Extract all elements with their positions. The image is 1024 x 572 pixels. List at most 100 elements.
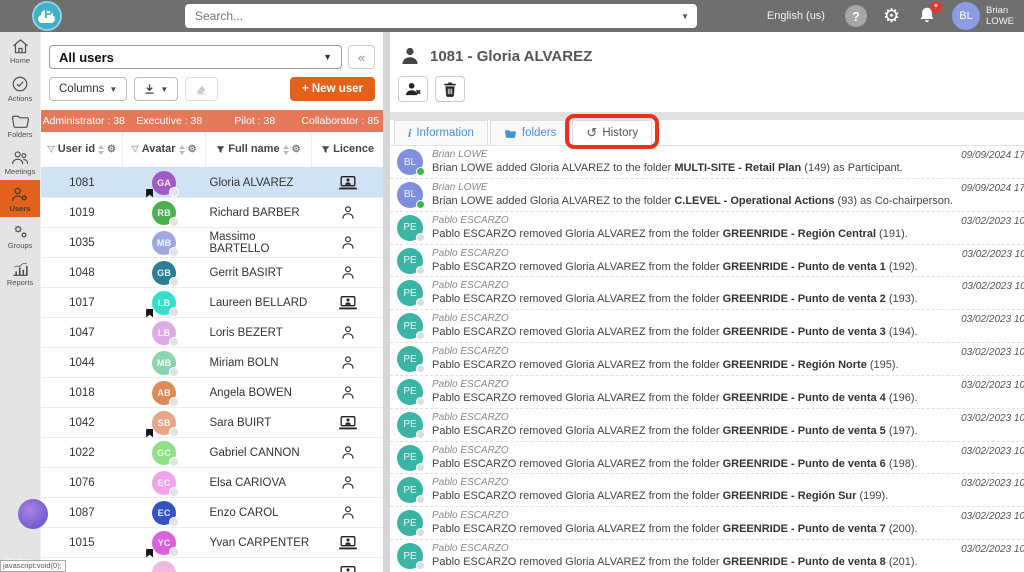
- table-row[interactable]: 1022 GC Gabriel CANNON: [41, 438, 383, 468]
- sort-icon[interactable]: [283, 145, 289, 155]
- history-actor: Brian LOWE: [432, 149, 953, 160]
- history-entry[interactable]: PE Pablo ESCARZO Pablo ESCARZO removed G…: [390, 474, 1024, 507]
- table-row[interactable]: 1076 EC Elsa CARIOVA: [41, 468, 383, 498]
- history-actor: Pablo ESCARZO: [432, 412, 953, 423]
- stat-collaborator: Collaborator : 85: [298, 115, 384, 127]
- users-panel: All users ▼ « Columns ▼ ▼: [40, 32, 383, 572]
- avatar: PE: [397, 280, 423, 306]
- history-entry[interactable]: BL Brian LOWE Brian LOWE added Gloria AL…: [390, 179, 1024, 212]
- virtual-licence-icon: [338, 175, 358, 191]
- sidebar-item-actions[interactable]: Actions: [0, 69, 40, 106]
- floating-widget-icon[interactable]: [18, 499, 48, 529]
- table-row[interactable]: 1048 GB Gerrit BASIRT: [41, 258, 383, 288]
- users-table-header: User id ⚙ Avatar ⚙ Full name ⚙ Licence: [41, 132, 383, 168]
- licence-cell: [312, 325, 383, 340]
- history-entry[interactable]: PE Pablo ESCARZO Pablo ESCARZO removed G…: [390, 212, 1024, 245]
- filter-icon[interactable]: [216, 145, 225, 155]
- history-entry[interactable]: PE Pablo ESCARZO Pablo ESCARZO removed G…: [390, 442, 1024, 475]
- history-actor: Pablo ESCARZO: [432, 543, 953, 554]
- people-icon: [10, 149, 30, 166]
- status-dot: [169, 457, 179, 467]
- language-selector[interactable]: English (us): [767, 10, 825, 22]
- sort-icon[interactable]: [98, 145, 104, 155]
- avatar-cell: MB: [123, 231, 206, 255]
- collapse-panel-button[interactable]: «: [348, 45, 375, 69]
- table-row[interactable]: 1019 RB Richard BARBER: [41, 198, 383, 228]
- history-entry[interactable]: PE Pablo ESCARZO Pablo ESCARZO removed G…: [390, 409, 1024, 442]
- history-actor: Pablo ESCARZO: [432, 248, 954, 259]
- delete-user-button[interactable]: [435, 76, 465, 102]
- history-entry[interactable]: PE Pablo ESCARZO Pablo ESCARZO removed G…: [390, 277, 1024, 310]
- history-timestamp: 03/02/2023 10:57:11: [954, 245, 1024, 277]
- avatar-cell: [123, 561, 206, 572]
- help-icon[interactable]: ?: [845, 5, 867, 27]
- sidebar-item-users[interactable]: Users: [0, 180, 40, 217]
- search-input[interactable]: [185, 4, 697, 28]
- tab-history[interactable]: ↺ History: [572, 120, 652, 145]
- table-row[interactable]: 1047 LB Loris BEZERT: [41, 318, 383, 348]
- history-description: Pablo ESCARZO removed Gloria ALVAREZ fro…: [432, 228, 953, 240]
- chevron-down-icon[interactable]: ▼: [681, 12, 689, 21]
- bell-icon[interactable]: *: [916, 5, 938, 27]
- sidebar-item-groups[interactable]: Groups: [0, 217, 40, 254]
- sidebar-item-meetings[interactable]: Meetings: [0, 143, 40, 180]
- table-row[interactable]: [41, 558, 383, 572]
- history-entry[interactable]: PE Pablo ESCARZO Pablo ESCARZO removed G…: [390, 540, 1024, 572]
- tab-information[interactable]: i Information: [394, 120, 488, 145]
- avatar-cell: AB: [123, 381, 206, 405]
- sort-icon[interactable]: [179, 145, 185, 155]
- filter-icon[interactable]: [321, 145, 330, 155]
- app-logo[interactable]: P: [32, 1, 62, 31]
- history-entry[interactable]: PE Pablo ESCARZO Pablo ESCARZO removed G…: [390, 376, 1024, 409]
- avatar: LB: [152, 291, 176, 315]
- user-filter-select[interactable]: All users ▼: [49, 45, 342, 69]
- column-gear-icon[interactable]: ⚙: [188, 144, 197, 155]
- history-entry[interactable]: PE Pablo ESCARZO Pablo ESCARZO removed G…: [390, 245, 1024, 278]
- new-user-button[interactable]: + New user: [290, 77, 375, 101]
- table-row[interactable]: 1042 SB Sara BUIRT: [41, 408, 383, 438]
- history-entry[interactable]: PE Pablo ESCARZO Pablo ESCARZO removed G…: [390, 343, 1024, 376]
- column-header-licence[interactable]: Licence: [312, 132, 383, 167]
- full-name-cell: Enzo CAROL: [206, 507, 313, 519]
- status-dot: [169, 187, 179, 197]
- history-entry[interactable]: BL Brian LOWE Brian LOWE added Gloria AL…: [390, 146, 1024, 179]
- full-name-cell: Massimo BARTELLO: [206, 231, 313, 255]
- table-row[interactable]: 1018 AB Angela BOWEN: [41, 378, 383, 408]
- licence-cell: [312, 415, 383, 431]
- column-header-full-name[interactable]: Full name ⚙: [206, 132, 313, 167]
- tab-folders[interactable]: folders: [490, 120, 571, 145]
- column-gear-icon[interactable]: ⚙: [292, 144, 301, 155]
- sidebar-item-reports[interactable]: Reports: [0, 254, 40, 291]
- table-row[interactable]: 1015 YC Yvan CARPENTER: [41, 528, 383, 558]
- table-row[interactable]: 1017 LB Laureen BELLARD: [41, 288, 383, 318]
- table-row[interactable]: 1044 MB Miriam BOLN: [41, 348, 383, 378]
- history-timestamp: 03/02/2023 10:57:09: [953, 376, 1024, 408]
- sidebar-item-home[interactable]: Home: [0, 32, 40, 69]
- clear-filters-button[interactable]: [185, 77, 218, 101]
- table-row[interactable]: 1035 MB Massimo BARTELLO: [41, 228, 383, 258]
- filter-icon[interactable]: [131, 145, 139, 154]
- avatar: GC: [152, 441, 176, 465]
- table-row[interactable]: 1081 GA Gloria ALVAREZ: [41, 168, 383, 198]
- page-title: 1081 - Gloria ALVAREZ: [430, 48, 592, 65]
- column-header-avatar[interactable]: Avatar ⚙: [123, 132, 206, 167]
- standard-licence-icon: [340, 475, 356, 490]
- columns-button[interactable]: Columns ▼: [49, 77, 127, 101]
- export-button[interactable]: ▼: [134, 77, 178, 101]
- gear-icon[interactable]: ⚙: [883, 7, 900, 26]
- full-name-cell: Gloria ALVAREZ: [206, 177, 313, 189]
- panel-divider[interactable]: [383, 32, 390, 572]
- column-header-user-id[interactable]: User id ⚙: [41, 132, 123, 167]
- history-timestamp: 03/02/2023 10:57:11: [954, 277, 1024, 309]
- history-entry[interactable]: PE Pablo ESCARZO Pablo ESCARZO removed G…: [390, 507, 1024, 540]
- history-description: Pablo ESCARZO removed Gloria ALVAREZ fro…: [432, 425, 953, 437]
- user-menu[interactable]: BL BrianLOWE: [952, 2, 1014, 30]
- deactivate-user-button[interactable]: [398, 76, 428, 102]
- licence-stats-bar: Administrator : 38 Executive : 38 Pilot …: [41, 110, 383, 132]
- history-entry[interactable]: PE Pablo ESCARZO Pablo ESCARZO removed G…: [390, 310, 1024, 343]
- sidebar-item-folders[interactable]: Folders: [0, 106, 40, 143]
- filter-icon[interactable]: [47, 145, 55, 154]
- table-row[interactable]: 1087 EC Enzo CAROL: [41, 498, 383, 528]
- bookmark-flag-icon: [146, 429, 153, 438]
- column-gear-icon[interactable]: ⚙: [107, 144, 116, 155]
